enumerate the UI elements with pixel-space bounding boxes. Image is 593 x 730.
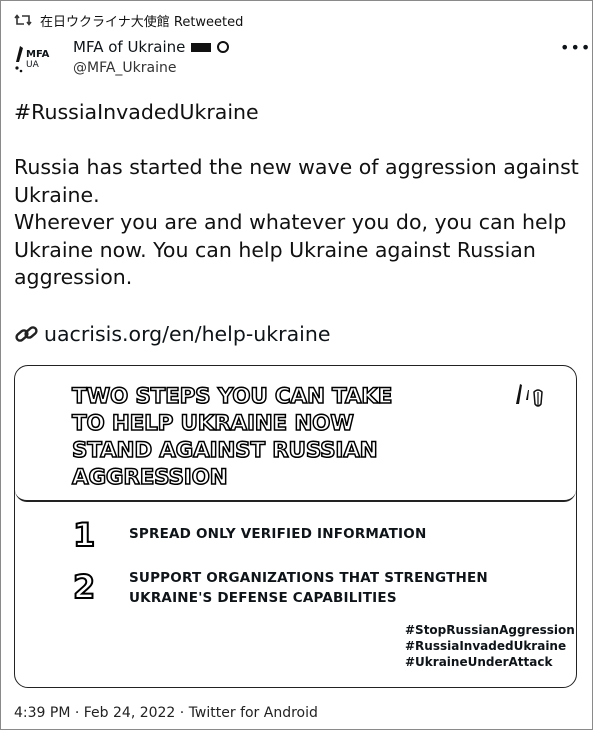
mfa-logo-icon: [15, 46, 23, 73]
step-number: 2: [72, 567, 96, 607]
step-text: SPREAD ONLY VERIFIED INFORMATION: [129, 524, 426, 544]
more-icon[interactable]: •••: [560, 38, 591, 57]
display-name[interactable]: MFA of Ukraine: [73, 38, 185, 56]
step-line: UKRAINE'S DEFENSE CAPABILITIES: [129, 590, 397, 606]
tweet-text: #RussiaInvadedUkraine Russia has started…: [14, 99, 584, 292]
card-hashtag: #UkraineUnderAttack: [405, 655, 553, 669]
tweet-line: Wherever you are and whatever you do, yo…: [14, 210, 567, 234]
step-number: 1: [72, 515, 96, 555]
avatar[interactable]: MFA UA: [12, 40, 58, 80]
link-icon: [15, 326, 38, 342]
card-hashtag: #RussiaInvadedUkraine: [405, 639, 567, 653]
link-card[interactable]: TWO STEPS YOU CAN TAKE TO HELP UKRAINE N…: [14, 365, 577, 688]
author-handle[interactable]: @MFA_Ukraine: [73, 60, 177, 76]
card-header: TWO STEPS YOU CAN TAKE TO HELP UKRAINE N…: [15, 366, 576, 502]
tweet-line: aggression.: [14, 265, 133, 289]
headline-line: STAND AGAINST RUSSIAN: [71, 437, 378, 464]
avatar-subtext: UA: [26, 60, 39, 70]
author-name-row[interactable]: MFA of Ukraine: [73, 38, 230, 56]
card-headline: TWO STEPS YOU CAN TAKE TO HELP UKRAINE N…: [71, 383, 432, 491]
retweet-indicator[interactable]: 在日ウクライナ大使館 Retweeted: [14, 10, 243, 30]
mfa-emblem-icon: [516, 384, 543, 407]
card-hashtags: #StopRussianAggression #RussiaInvadedUkr…: [405, 622, 575, 670]
retweet-label: 在日ウクライナ大使館 Retweeted: [40, 14, 244, 30]
link-text[interactable]: uacrisis.org/en/help-ukraine: [44, 322, 330, 346]
step-line: SPREAD ONLY VERIFIED INFORMATION: [129, 526, 427, 542]
retweet-icon: [14, 14, 32, 26]
step-line: SUPPORT ORGANIZATIONS THAT STRENGTHEN: [129, 570, 488, 586]
verified-badge-icon: [217, 41, 230, 53]
headline-line: TWO STEPS YOU CAN TAKE: [71, 383, 393, 410]
hashtag-link[interactable]: #RussiaInvadedUkraine: [14, 99, 584, 127]
avatar-text: MFA: [26, 49, 50, 60]
tweet-line: Ukraine.: [14, 182, 100, 207]
tweet-timestamp[interactable]: 4:39 PM · Feb 24, 2022 · Twitter for And…: [14, 705, 318, 721]
tweet-line: Ukraine now. You can help Ukraine agains…: [14, 237, 536, 262]
flag-icon: [191, 42, 212, 52]
step-text: SUPPORT ORGANIZATIONS THAT STRENGTHEN UK…: [129, 568, 488, 608]
external-link[interactable]: uacrisis.org/en/help-ukraine: [14, 322, 330, 346]
tweet-line: Russia has started the new wave of aggre…: [14, 155, 579, 179]
headline-line: TO HELP UKRAINE NOW: [71, 410, 354, 437]
headline-line: AGGRESSION: [71, 464, 228, 491]
card-hashtag: #StopRussianAggression: [405, 623, 575, 637]
